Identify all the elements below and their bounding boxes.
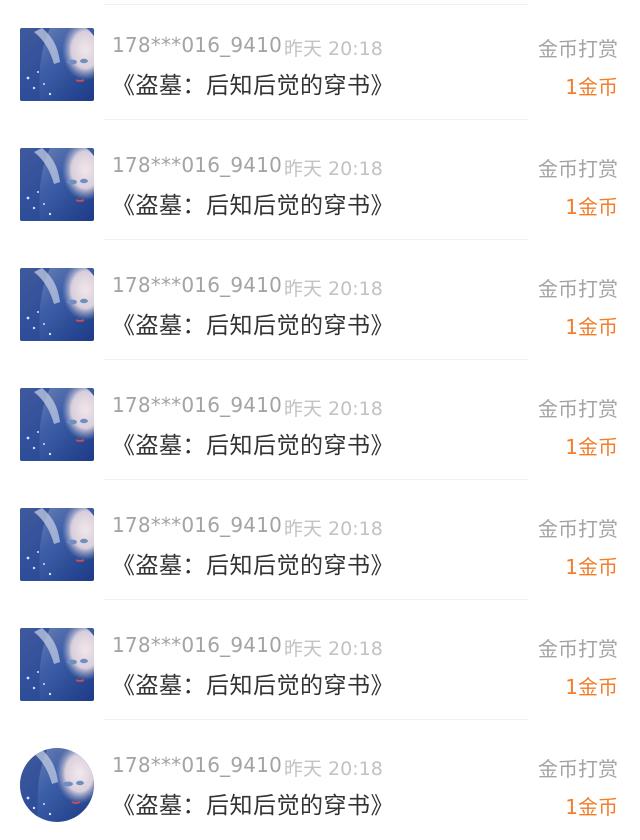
reward-amount: 1金币	[565, 195, 618, 219]
reward-amount: 1金币	[565, 75, 618, 99]
reward-row[interactable]: 178***016_9410 昨天 20:18 《盗墓：后知后觉的穿书》 金币打…	[0, 0, 640, 120]
reward-user-name[interactable]: 178***016_9410	[112, 753, 282, 777]
user-avatar-icon[interactable]	[20, 628, 94, 701]
reward-row[interactable]: 178***016_9410 昨天 20:18 《盗墓：后知后觉的穿书》 金币打…	[0, 480, 640, 600]
reward-type-label: 金币打赏	[538, 157, 618, 181]
reward-book-title[interactable]: 《盗墓：后知后觉的穿书》	[112, 426, 394, 460]
reward-user-name[interactable]: 178***016_9410	[112, 153, 282, 177]
reward-time: 昨天 20:18	[284, 758, 383, 780]
reward-amount: 1金币	[565, 435, 618, 459]
reward-type-label: 金币打赏	[538, 37, 618, 61]
reward-row[interactable]: 178***016_9410 昨天 20:18 《盗墓：后知后觉的穿书》 金币打…	[0, 120, 640, 240]
user-avatar-icon[interactable]	[20, 508, 94, 581]
reward-row[interactable]: 178***016_9410 昨天 20:18 《盗墓：后知后觉的穿书》 金币打…	[0, 720, 640, 840]
reward-book-title[interactable]: 《盗墓：后知后觉的穿书》	[112, 186, 394, 220]
user-avatar-icon[interactable]	[20, 748, 94, 822]
user-avatar-icon[interactable]	[20, 148, 94, 221]
reward-book-title[interactable]: 《盗墓：后知后觉的穿书》	[112, 306, 394, 340]
reward-row[interactable]: 178***016_9410 昨天 20:18 《盗墓：后知后觉的穿书》 金币打…	[0, 360, 640, 480]
reward-amount: 1金币	[565, 675, 618, 699]
user-avatar-icon[interactable]	[20, 268, 94, 341]
reward-book-title[interactable]: 《盗墓：后知后觉的穿书》	[112, 66, 394, 100]
reward-type-label: 金币打赏	[538, 277, 618, 301]
reward-amount: 1金币	[565, 555, 618, 579]
reward-user-name[interactable]: 178***016_9410	[112, 513, 282, 537]
reward-time: 昨天 20:18	[284, 38, 383, 60]
reward-time: 昨天 20:18	[284, 638, 383, 660]
user-avatar-icon[interactable]	[20, 28, 94, 101]
reward-type-label: 金币打赏	[538, 637, 618, 661]
reward-user-name[interactable]: 178***016_9410	[112, 633, 282, 657]
reward-book-title[interactable]: 《盗墓：后知后觉的穿书》	[112, 546, 394, 580]
reward-time: 昨天 20:18	[284, 278, 383, 300]
reward-row[interactable]: 178***016_9410 昨天 20:18 《盗墓：后知后觉的穿书》 金币打…	[0, 240, 640, 360]
reward-book-title[interactable]: 《盗墓：后知后觉的穿书》	[112, 786, 394, 820]
reward-type-label: 金币打赏	[538, 397, 618, 421]
reward-time: 昨天 20:18	[284, 518, 383, 540]
reward-type-label: 金币打赏	[538, 517, 618, 541]
reward-time: 昨天 20:18	[284, 398, 383, 420]
reward-row[interactable]: 178***016_9410 昨天 20:18 《盗墓：后知后觉的穿书》 金币打…	[0, 600, 640, 720]
reward-book-title[interactable]: 《盗墓：后知后觉的穿书》	[112, 666, 394, 700]
user-avatar-icon[interactable]	[20, 388, 94, 461]
reward-type-label: 金币打赏	[538, 757, 618, 781]
reward-amount: 1金币	[565, 795, 618, 819]
reward-user-name[interactable]: 178***016_9410	[112, 393, 282, 417]
reward-amount: 1金币	[565, 315, 618, 339]
reward-user-name[interactable]: 178***016_9410	[112, 273, 282, 297]
reward-time: 昨天 20:18	[284, 158, 383, 180]
reward-user-name[interactable]: 178***016_9410	[112, 33, 282, 57]
